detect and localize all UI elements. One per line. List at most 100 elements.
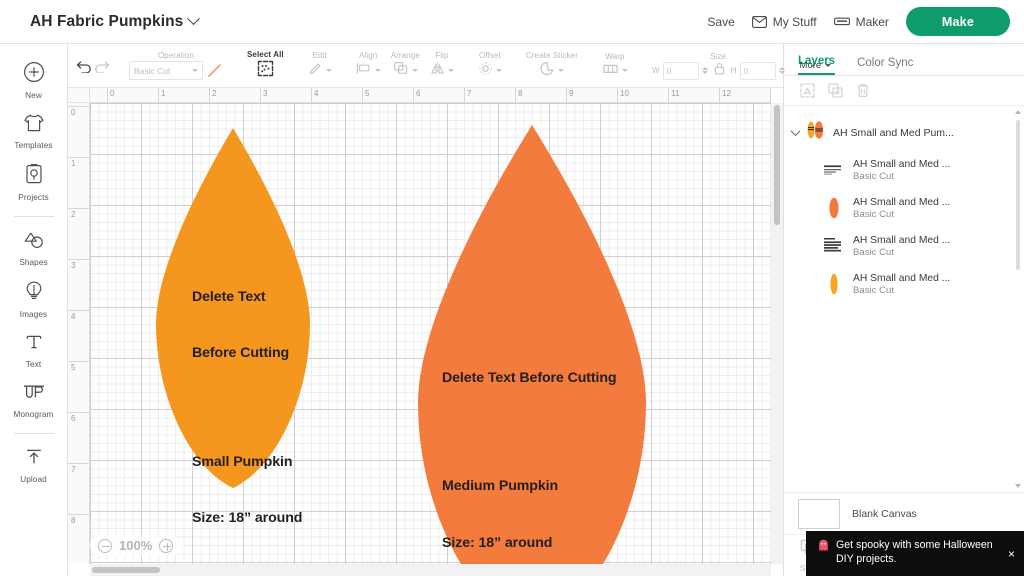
sidebar-item-templates[interactable]: Templates [0,106,68,156]
align-icon [356,61,372,80]
ruler-h-label: 1 [161,89,166,98]
scroll-down-arrow-icon[interactable] [1015,484,1021,488]
edit-group[interactable]: Edit [303,51,337,81]
canvas-swatch[interactable] [798,498,840,529]
layers-list[interactable]: AH Small and Med Pum... AH Small and Med… [784,106,1024,492]
offset-group[interactable]: Offset [473,51,507,81]
machine-selector[interactable]: Maker [833,15,889,29]
small-text-line [192,401,304,415]
layer-group-row[interactable]: AH Small and Med Pum... [784,114,1024,151]
canvas-color-row[interactable]: Blank Canvas [784,492,1024,534]
size-width-input[interactable] [662,61,699,80]
flip-group[interactable]: Flip [425,51,459,80]
sidebar-item-upload[interactable]: Upload [0,440,68,490]
medium-pumpkin-text: Delete Text Before Cutting Medium Pumpki… [442,331,633,564]
sidebar-label-projects: Projects [18,193,49,202]
size-height-input[interactable] [739,61,776,80]
ruler-v-label: 8 [71,516,76,525]
canvas-grid[interactable]: Delete Text Before Cutting Small Pumpkin… [90,103,771,564]
make-button[interactable]: Make [905,7,1010,36]
layer-operation: Basic Cut [853,170,895,182]
sidebar-item-projects[interactable]: Projects [0,156,68,208]
warp-icon [602,62,619,80]
operation-select[interactable]: Basic Cut [129,61,203,80]
canvas-area[interactable]: 0 1 2 3 4 5 6 7 8 9 10 11 12 13 0 [68,88,783,576]
project-title[interactable]: AH Fabric Pumpkins [30,12,201,31]
header-actions: Save My Stuff Maker Make [707,7,1010,36]
warp-caption: Warp [605,51,625,61]
sidebar-item-text[interactable]: Text [0,325,68,375]
ruler-h-label: 10 [620,89,629,98]
layer-row[interactable]: AH Small and Med ... Basic Cut [784,227,1024,265]
canvas-label: Blank Canvas [852,507,917,520]
lock-icon[interactable] [714,62,725,80]
close-icon[interactable]: × [1008,548,1015,560]
ruler-h-label: 4 [314,89,319,98]
layer-name: AH Small and Med ... [853,272,951,284]
save-label: Save [707,14,735,29]
pencil-icon [308,61,323,81]
pumpkin-thumb-icon [824,271,843,297]
tab-color-sync[interactable]: Color Sync [857,57,913,75]
warp-group[interactable]: Warp [597,52,633,80]
operation-caption: Operation [157,51,195,60]
width-stepper[interactable] [701,67,708,74]
sidebar-item-images[interactable]: Images [0,273,68,325]
clipboard-icon [24,163,44,190]
scrollbar-thumb[interactable] [1016,120,1020,270]
sidebar-label-text: Text [25,360,42,369]
ruler-h-label: 0 [110,89,115,98]
vertical-scrollbar[interactable] [771,103,783,564]
more-button[interactable]: More [800,60,832,71]
height-stepper[interactable] [778,67,785,74]
layer-row[interactable]: AH Small and Med ... Basic Cut [784,151,1024,189]
zoom-out-button[interactable] [98,538,112,553]
line-type-swatch[interactable] [206,62,223,79]
rail-divider-2 [13,433,54,434]
save-button[interactable]: Save [707,15,734,29]
align-group[interactable]: Align [351,51,386,80]
size-h-label: H [730,66,737,75]
layer-row[interactable]: AH Small and Med ... Basic Cut [784,189,1024,227]
zoom-in-button[interactable] [159,538,174,553]
chevron-down-icon[interactable] [790,126,801,137]
undo-button[interactable] [76,51,93,81]
sidebar-label-upload: Upload [20,475,47,484]
delete-icon[interactable] [856,83,870,98]
create-sticker-group[interactable]: Create Sticker [521,51,583,81]
scrollbar-thumb[interactable] [774,105,780,225]
horizontal-scrollbar[interactable] [90,564,771,576]
layer-row[interactable]: AH Small and Med ... Basic Cut [784,265,1024,303]
app-header: AH Fabric Pumpkins Save My Stuff Maker M… [0,0,1024,44]
text-lines-thumb-icon [824,157,843,183]
chevron-down-icon [447,69,454,72]
sidebar-label-monogram: Monogram [13,410,54,419]
group-icon[interactable] [800,83,815,98]
sidebar-item-shapes[interactable]: Shapes [0,223,68,273]
zoom-control: 100% [90,535,182,556]
chevron-down-icon [192,69,198,72]
ruler-h-label: 7 [467,89,472,98]
redo-button[interactable] [93,51,110,81]
right-panel: Layers Color Sync AH Small and Med Pum..… [783,44,1024,576]
duplicate-icon[interactable] [828,83,843,98]
notification-toast[interactable]: Get spooky with some Halloween DIY proje… [806,531,1024,576]
select-all-group[interactable]: Select All [242,50,289,82]
layers-scrollbar[interactable] [1014,110,1022,488]
select-all-icon [257,60,274,82]
monogram-icon [22,382,46,407]
ruler-v-label: 3 [71,261,76,270]
pumpkin-thumb-icon [824,195,843,221]
scrollbar-thumb[interactable] [92,567,160,573]
machine-icon [833,16,850,27]
medium-text-line: Size: 18” around [442,534,553,551]
canvas-column: Operation Basic Cut Select All Edit Alig… [68,44,832,576]
size-w-label: W [651,66,660,75]
operation-value: Basic Cut [134,65,171,76]
sidebar-item-monogram[interactable]: Monogram [0,375,68,425]
scroll-up-arrow-icon[interactable] [1015,110,1021,114]
my-stuff-button[interactable]: My Stuff [751,15,817,29]
arrange-group[interactable]: Arrange [386,51,425,80]
chevron-down-icon [374,69,381,72]
sidebar-item-new[interactable]: New [0,54,68,106]
